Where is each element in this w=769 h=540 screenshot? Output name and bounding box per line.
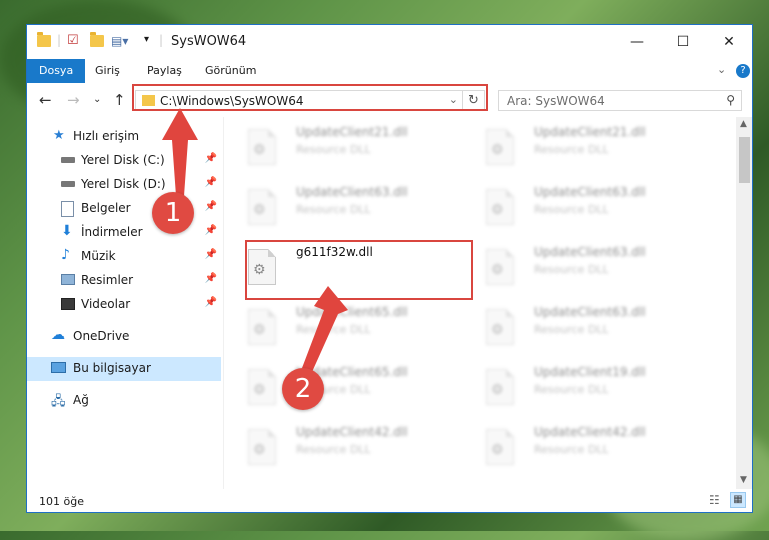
annotation-arrows [162, 108, 348, 372]
arrow-2-icon [302, 286, 348, 372]
step-badge-2: 2 [282, 368, 324, 410]
arrow-1-icon [162, 108, 198, 196]
step-badge-1: 1 [152, 192, 194, 234]
